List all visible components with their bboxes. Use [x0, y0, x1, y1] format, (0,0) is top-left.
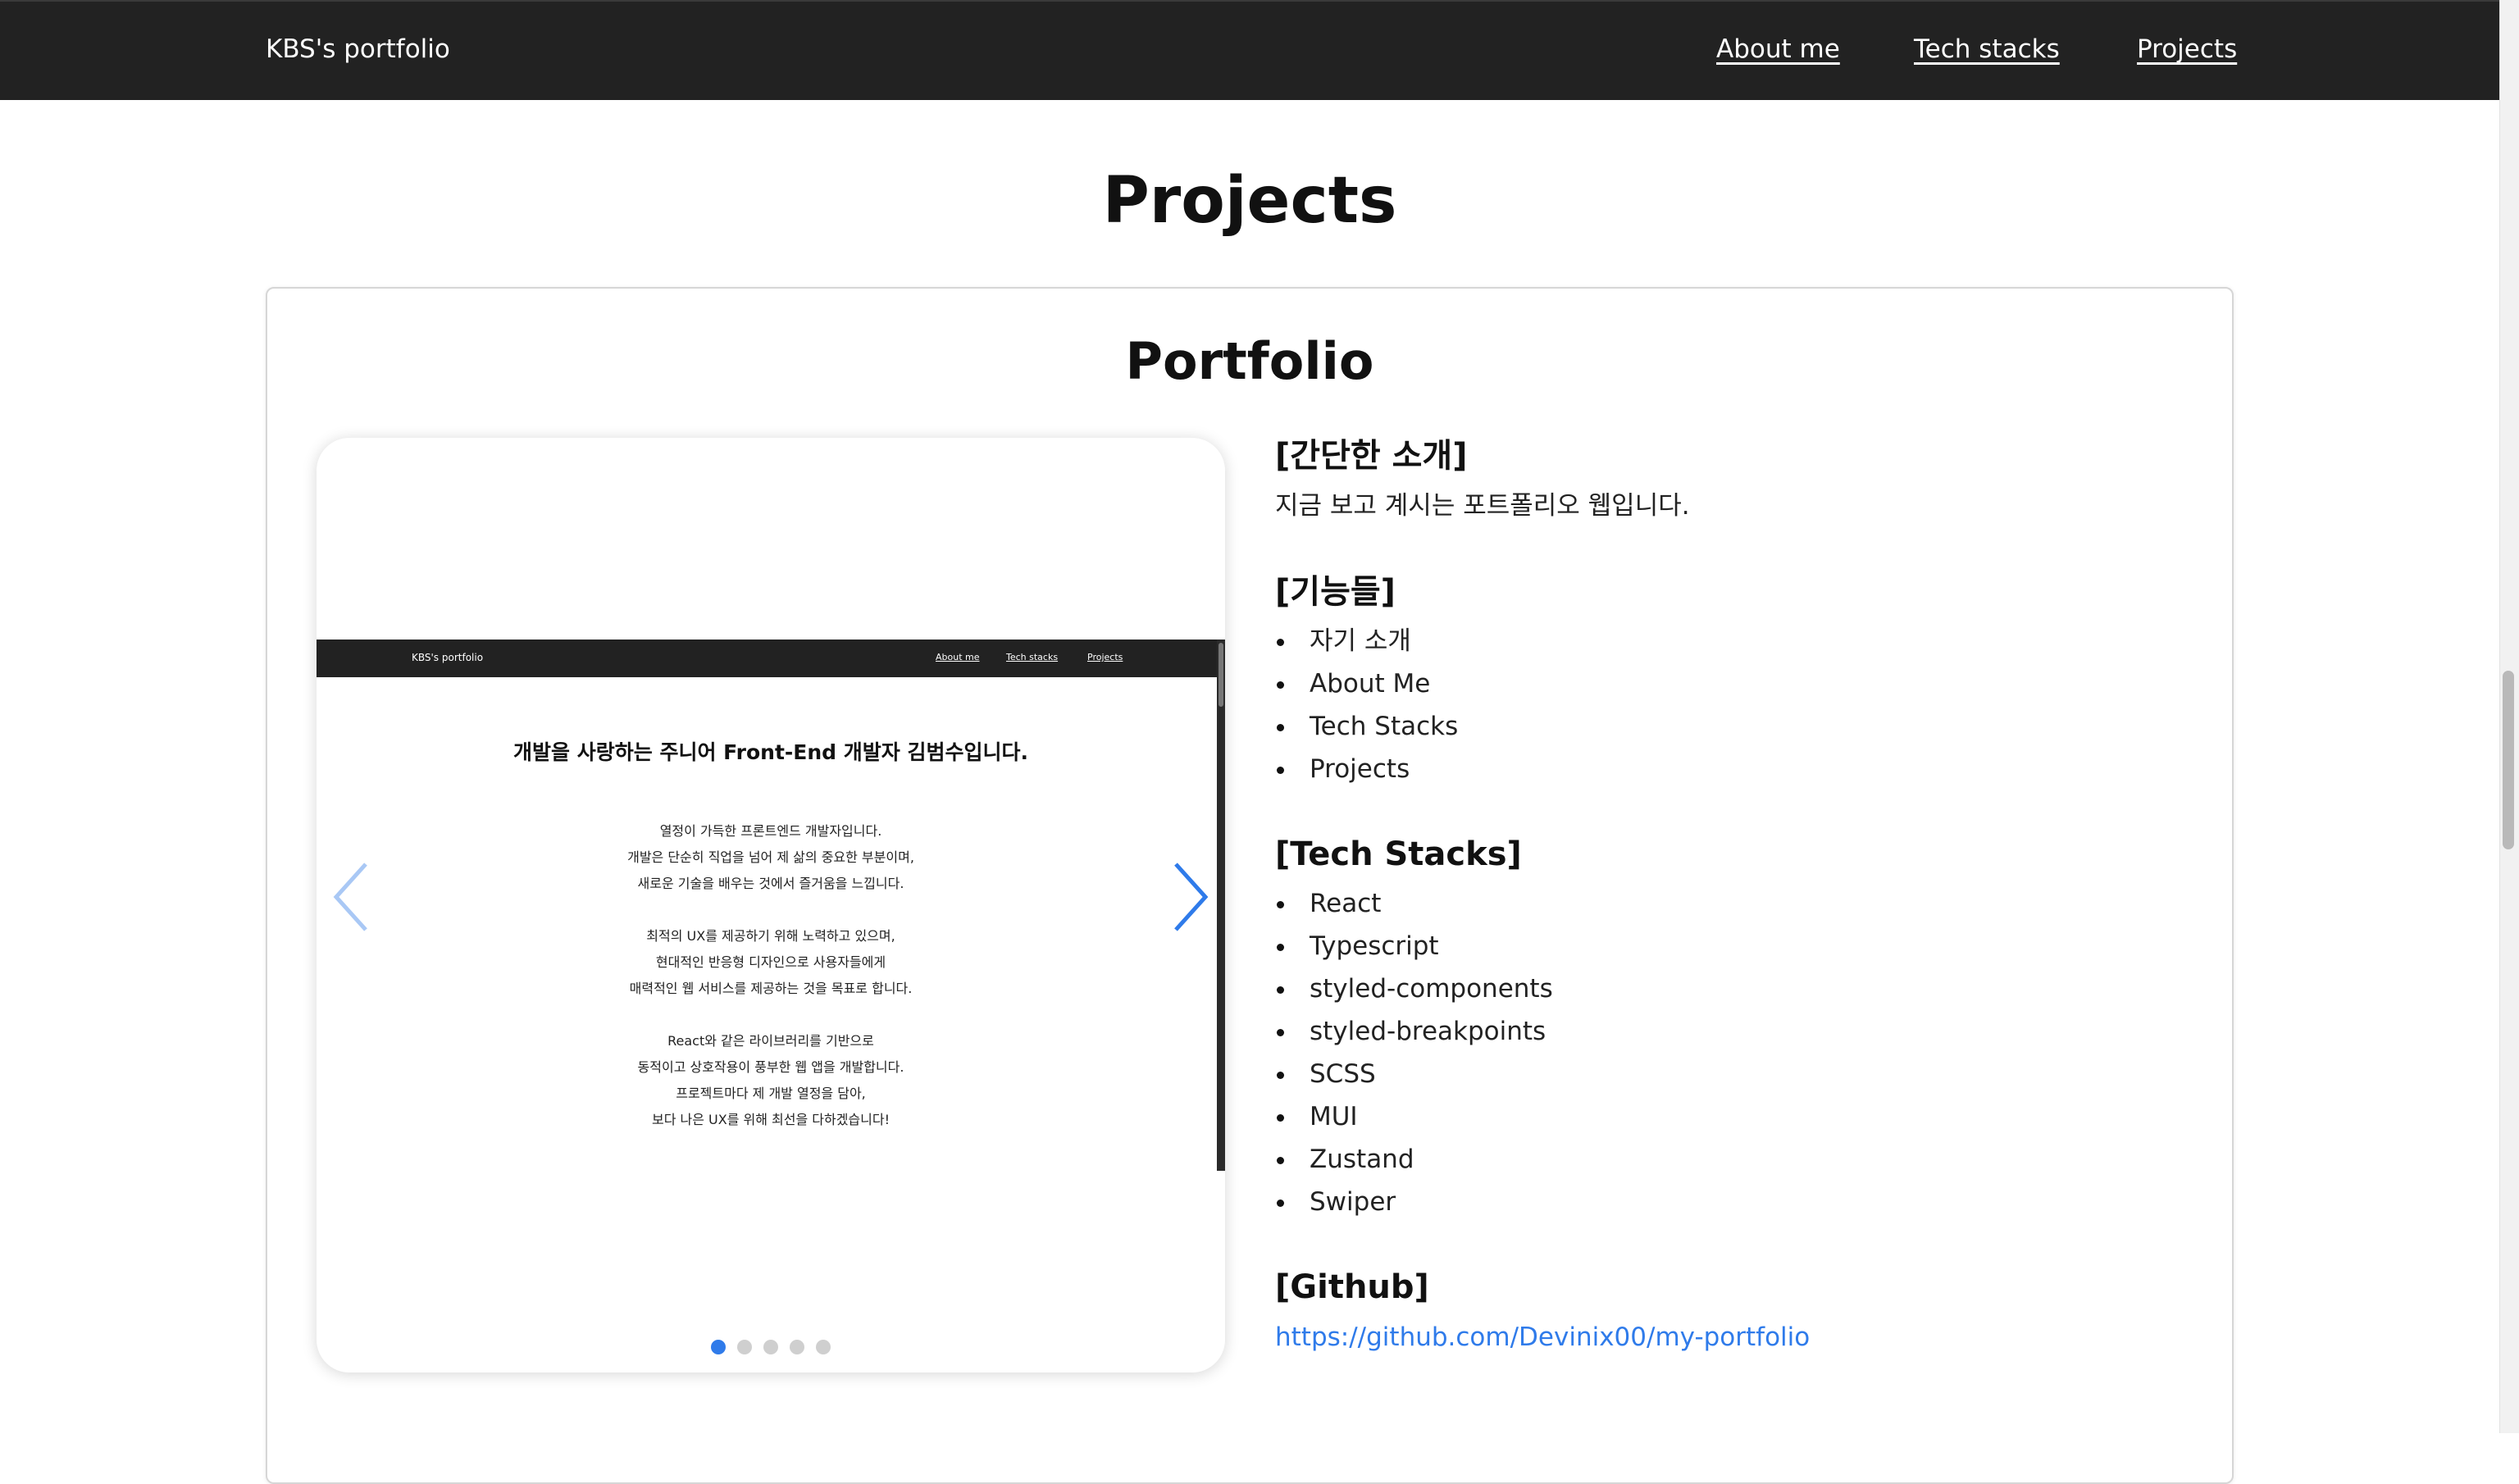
site-brand[interactable]: KBS's portfolio [266, 34, 450, 64]
intro-text: 지금 보고 계시는 포트폴리오 웹입니다. [1275, 491, 1690, 521]
list-item: About Me [1275, 662, 2177, 705]
chevron-right-icon[interactable] [1164, 856, 1214, 938]
page-scrollbar-thumb[interactable] [2503, 671, 2514, 849]
github-heading: [Github] [1275, 1268, 1429, 1306]
nav-link-projects[interactable]: Projects [2137, 34, 2237, 64]
preview-paragraph: 최적의 UX를 제공하기 위해 노력하고 있으며, 현대적인 반응형 디자인으로… [629, 928, 913, 996]
project-title: Portfolio [1125, 331, 1374, 391]
preview-paragraph: 열정이 가득한 프론트엔드 개발자입니다. 개발은 단순히 직업을 넘어 제 삶… [627, 823, 914, 891]
list-item: Swiper [1275, 1181, 2177, 1223]
preview-nav-about: About me [936, 652, 980, 662]
preview-paragraph: 프로젝트마다 제 개발 열정을 담아, 보다 나은 UX를 위해 최선을 다하겠… [651, 1086, 891, 1127]
intro-heading: [간단한 소개] [1275, 437, 1468, 475]
list-item: 자기 소개 [1275, 620, 2177, 662]
nav-link-tech-stacks[interactable]: Tech stacks [1914, 34, 2060, 64]
chevron-left-icon[interactable] [328, 856, 377, 938]
list-item: Projects [1275, 748, 2177, 790]
preview-nav-projects: Projects [1087, 652, 1123, 662]
features-heading: [기능들] [1275, 573, 1396, 611]
pagination-dot[interactable] [711, 1340, 726, 1354]
features-list: 자기 소개 About Me Tech Stacks Projects [1275, 620, 2177, 790]
preview-nav-tech: Tech stacks [1006, 652, 1059, 662]
github-link[interactable]: https://github.com/Devinix00/my-portfoli… [1275, 1315, 2177, 1359]
list-item: styled-components [1275, 967, 2177, 1010]
list-item: Tech Stacks [1275, 705, 2177, 748]
pagination-dot[interactable] [790, 1340, 804, 1354]
list-item: SCSS [1275, 1053, 2177, 1095]
preview-scrollbar-thumb [1219, 643, 1223, 707]
section-title: Projects [1102, 164, 1397, 238]
pagination-dot[interactable] [737, 1340, 752, 1354]
tech-list: React Typescript styled-components style… [1275, 882, 2177, 1223]
nav-link-about-me[interactable]: About me [1716, 34, 1840, 64]
tech-heading: [Tech Stacks] [1275, 835, 1522, 873]
top-navbar: KBS's portfolio About me Tech stacks Pro… [0, 0, 2499, 100]
list-item: styled-breakpoints [1275, 1010, 2177, 1053]
preview-brand: KBS's portfolio [412, 652, 484, 663]
list-item: Typescript [1275, 925, 2177, 967]
preview-navbar: KBS's portfolio About me Tech stacks Pro… [317, 640, 1225, 677]
pagination-dot[interactable] [816, 1340, 831, 1354]
list-item: React [1275, 882, 2177, 925]
preview-paragraph: React와 같은 라이브러리를 기반으로 동적이고 상호작용이 풍부한 웹 앱… [637, 1033, 904, 1075]
slider-pagination [317, 1340, 1225, 1354]
list-item: MUI [1275, 1095, 2177, 1138]
project-description: [간단한 소개] 지금 보고 계시는 포트폴리오 웹입니다. [기능들] 자기 … [1275, 433, 2177, 1359]
preview-heading: 개발을 사랑하는 주니어 Front-End 개발자 김범수입니다. [513, 740, 1028, 764]
project-image-slider[interactable]: KBS's portfolio About me Tech stacks Pro… [317, 438, 1225, 1372]
list-item: Zustand [1275, 1138, 2177, 1181]
pagination-dot[interactable] [763, 1340, 778, 1354]
